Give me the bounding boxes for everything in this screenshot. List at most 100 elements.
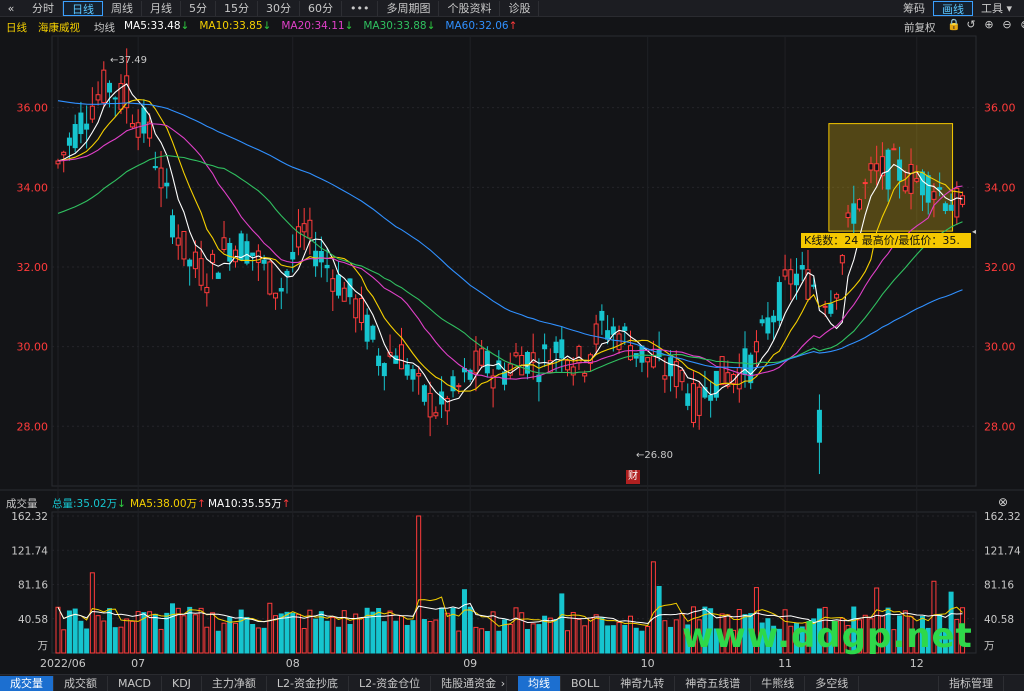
volume-bar	[118, 626, 124, 654]
candle	[141, 107, 147, 134]
overlay-tab-4[interactable]: 牛熊线	[751, 675, 806, 691]
volume-bar	[587, 617, 593, 654]
volume-bar	[559, 593, 565, 654]
y-tick-right: 32.00	[984, 261, 1016, 274]
indicator-tab-3[interactable]: KDJ	[162, 675, 202, 691]
vol-tick-left: 万	[38, 640, 49, 652]
volume-bar	[370, 611, 376, 654]
vol-tick-left: 81.16	[18, 580, 48, 592]
financial-report-tag[interactable]: 财	[626, 470, 640, 484]
indicator-tab-6[interactable]: L2-资金仓位	[349, 675, 432, 691]
indicator-tab-1[interactable]: 成交额	[54, 675, 108, 691]
y-tick-right: 28.00	[984, 420, 1016, 433]
watermark: www.ddgp.net	[682, 616, 973, 656]
candle	[645, 357, 651, 363]
candle	[336, 274, 342, 296]
volume-bar	[398, 615, 405, 654]
candle	[215, 272, 221, 279]
volume-ma10: MA10:35.55万↑	[208, 498, 291, 510]
volume-bar	[72, 608, 78, 654]
range-stat-label: K线数：24 最高价/最低价：35.	[801, 233, 971, 248]
candle	[324, 264, 330, 269]
volume-bar	[250, 624, 256, 654]
candle	[358, 298, 364, 324]
volume-bar	[461, 589, 467, 654]
candle	[685, 393, 691, 406]
candle	[250, 252, 256, 257]
overlay-tab-1[interactable]: BOLL	[561, 675, 611, 691]
candle	[937, 187, 943, 190]
volume-bar	[107, 608, 113, 654]
volume-bar	[576, 618, 582, 654]
candle	[307, 219, 313, 239]
indicator-manage-button[interactable]: 指标管理	[938, 675, 1004, 691]
indicator-tab-5[interactable]: L2-资金抄底	[267, 675, 350, 691]
volume-bar	[416, 515, 422, 654]
volume-bar	[565, 630, 571, 654]
candle	[759, 319, 765, 324]
candle	[639, 345, 645, 363]
candle	[736, 367, 742, 390]
candle	[66, 137, 72, 146]
candle	[318, 251, 324, 263]
candle	[181, 230, 187, 260]
y-tick-left: 34.00	[17, 181, 49, 194]
y-tick-left: 28.00	[17, 420, 49, 433]
candle	[95, 94, 101, 101]
candle	[593, 323, 599, 345]
volume-bar	[55, 606, 61, 654]
candle	[353, 298, 359, 319]
volume-bar	[439, 607, 445, 654]
overlay-tab-0[interactable]: 均线	[518, 675, 561, 691]
volume-bar	[210, 612, 216, 654]
candle	[164, 182, 170, 187]
candle	[78, 112, 84, 135]
volume-bar	[410, 620, 416, 654]
overlay-tab-5[interactable]: 多空线	[805, 675, 860, 691]
volume-bar	[467, 606, 473, 654]
kline-chart[interactable]: 36.00 36.00 34.00 34.00 32.00 32.00 30.00 30.00…	[0, 0, 1024, 674]
volume-bar	[393, 620, 399, 654]
candle	[753, 341, 759, 353]
volume-bar	[347, 623, 353, 654]
overlay-tab-3[interactable]: 神奇五线谱	[675, 675, 752, 691]
chevron-right-icon[interactable]: ›	[497, 677, 509, 690]
volume-bar	[238, 609, 244, 654]
indicator-tab-0[interactable]: 成交量	[0, 675, 54, 691]
candle	[925, 175, 931, 203]
volume-bar	[484, 631, 490, 654]
volume-bar	[284, 611, 290, 654]
ma20-line	[57, 123, 963, 380]
volume-bar	[198, 607, 204, 654]
volume-bar	[255, 627, 261, 654]
indicator-tab-2[interactable]: MACD	[108, 675, 162, 691]
volume-bar	[301, 628, 307, 654]
overlay-tab-2[interactable]: 神奇九转	[610, 675, 676, 691]
volume-bar	[158, 628, 164, 654]
candle	[404, 364, 410, 376]
high-mark: ←37.49	[110, 55, 148, 66]
candle	[421, 385, 427, 402]
candle	[295, 226, 301, 248]
candle	[513, 352, 519, 357]
indicator-tab-4[interactable]: 主力净额	[202, 675, 267, 691]
volume-close-icon[interactable]: ⊗	[998, 495, 1008, 509]
y-tick-left: 30.00	[17, 341, 49, 354]
candle	[347, 278, 353, 298]
volume-bar	[524, 628, 530, 654]
volume-bar	[318, 611, 324, 654]
candle	[719, 356, 725, 386]
indicator-tabs: 成交量 成交额 MACD KDJ 主力净额 L2-资金抄底 L2-资金仓位 陆股通资金	[0, 675, 508, 691]
candle	[776, 282, 782, 321]
candle	[204, 286, 210, 294]
candle	[662, 375, 668, 380]
candle	[627, 345, 634, 361]
volume-bar	[358, 617, 364, 654]
vol-tick-right: 81.16	[984, 580, 1014, 592]
volume-bar	[605, 625, 611, 654]
volume-bar	[112, 627, 118, 654]
candle	[650, 355, 656, 368]
vol-tick-right: 162.32	[984, 511, 1021, 523]
candle	[376, 355, 382, 366]
volume-bar	[164, 612, 170, 654]
